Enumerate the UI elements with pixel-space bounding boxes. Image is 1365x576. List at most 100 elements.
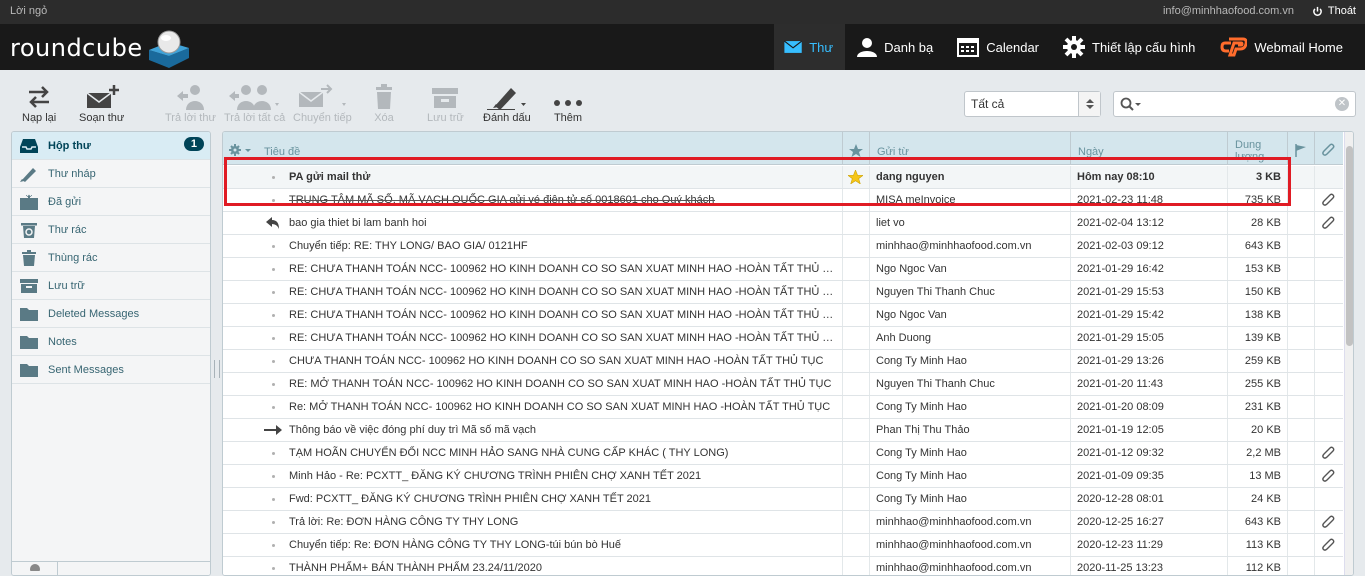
message-row[interactable]: Minh Hảo - Re: PCXTT_ ĐĂNG KÝ CHƯƠNG TRÌ…: [223, 465, 1343, 488]
followup-cell[interactable]: [1287, 557, 1314, 575]
folder-inbox[interactable]: Hộp thư 1: [12, 132, 210, 160]
followup-cell[interactable]: [1287, 419, 1314, 441]
message-row[interactable]: TRUNG TÂM MÃ SỐ, MÃ VẠCH QUỐC GIA gửi vé…: [223, 189, 1343, 212]
roundcube-logo[interactable]: roundcube: [10, 30, 191, 68]
followup-cell[interactable]: [1287, 465, 1314, 487]
message-row[interactable]: TẠM HOÃN CHUYỂN ĐỔI NCC MINH HẢO SANG NH…: [223, 442, 1343, 465]
followup-cell[interactable]: [1287, 442, 1314, 464]
followup-cell[interactable]: [1287, 166, 1314, 188]
message-row[interactable]: Trả lời: Re: ĐƠN HÀNG CÔNG TY THY LONG mi…: [223, 511, 1343, 534]
column-subject[interactable]: Tiêu đề: [257, 132, 843, 165]
message-row[interactable]: RE: CHƯA THANH TOÁN NCC- 100962 HO KINH …: [223, 304, 1343, 327]
followup-cell[interactable]: [1287, 396, 1314, 418]
message-subject[interactable]: bao gia thiet bi lam banh hoi: [289, 212, 837, 234]
message-row[interactable]: Re: MỞ THANH TOÁN NCC- 100962 HO KINH DO…: [223, 396, 1343, 419]
followup-cell[interactable]: [1287, 212, 1314, 234]
forwarded-icon[interactable]: [262, 419, 284, 441]
message-row[interactable]: RE: MỞ THANH TOÁN NCC- 100962 HO KINH DO…: [223, 373, 1343, 396]
followup-cell[interactable]: [1287, 258, 1314, 280]
status-dot-icon[interactable]: [264, 235, 282, 257]
flag-cell[interactable]: [842, 235, 869, 257]
message-row[interactable]: RE: CHƯA THANH TOÁN NCC- 100962 HO KINH …: [223, 281, 1343, 304]
status-dot-icon[interactable]: [264, 189, 282, 211]
message-row[interactable]: RE: CHƯA THANH TOÁN NCC- 100962 HO KINH …: [223, 327, 1343, 350]
filter-select[interactable]: Tất cả: [964, 91, 1101, 117]
followup-cell[interactable]: [1287, 327, 1314, 349]
about-link[interactable]: Lời ngỏ: [10, 5, 47, 17]
message-subject[interactable]: Chuyển tiếp: RE: THY LONG/ BAO GIA/ 0121…: [289, 235, 837, 257]
message-row[interactable]: PA gửi mail thử dang nguyen Hôm nay 08:10 3…: [223, 166, 1343, 189]
message-subject[interactable]: Thông báo về việc đóng phí duy trì Mã số…: [289, 419, 837, 441]
nav-mail[interactable]: Thư: [774, 24, 846, 70]
followup-cell[interactable]: [1287, 534, 1314, 556]
message-row[interactable]: CHƯA THANH TOÁN NCC- 100962 HO KINH DOAN…: [223, 350, 1343, 373]
scrollbar-thumb[interactable]: [1346, 146, 1353, 346]
message-subject[interactable]: Chuyển tiếp: Re: ĐƠN HÀNG CÔNG TY THY LO…: [289, 534, 837, 556]
flag-cell[interactable]: [842, 189, 869, 211]
message-subject[interactable]: RE: CHƯA THANH TOÁN NCC- 100962 HO KINH …: [289, 258, 837, 280]
message-subject[interactable]: RE: MỞ THANH TOÁN NCC- 100962 HO KINH DO…: [289, 373, 837, 395]
message-subject[interactable]: RE: CHƯA THANH TOÁN NCC- 100962 HO KINH …: [289, 327, 837, 349]
followup-cell[interactable]: [1287, 488, 1314, 510]
followup-cell[interactable]: [1287, 281, 1314, 303]
compose-button[interactable]: Soạn thư: [79, 84, 124, 124]
folder-sent[interactable]: Đã gửi: [12, 188, 210, 216]
message-subject[interactable]: THÀNH PHẨM+ BÁN THÀNH PHẨM 23.24/11/2020: [289, 557, 837, 575]
flag-cell[interactable]: [842, 557, 869, 575]
message-subject[interactable]: TẠM HOÃN CHUYỂN ĐỔI NCC MINH HẢO SANG NH…: [289, 442, 837, 464]
pane-splitter[interactable]: [214, 360, 220, 378]
folder-archive[interactable]: Lưu trữ: [12, 272, 210, 300]
flag-cell[interactable]: [842, 373, 869, 395]
message-subject[interactable]: RE: CHƯA THANH TOÁN NCC- 100962 HO KINH …: [289, 281, 837, 303]
delete-button[interactable]: Xóa: [374, 84, 394, 124]
archive-button[interactable]: Lưu trữ: [427, 84, 464, 124]
replied-icon[interactable]: [264, 212, 282, 234]
status-dot-icon[interactable]: [264, 373, 282, 395]
flag-cell[interactable]: [842, 396, 869, 418]
flag-cell[interactable]: [842, 442, 869, 464]
clear-search-icon[interactable]: ✕: [1335, 97, 1349, 111]
flag-cell[interactable]: [842, 350, 869, 372]
flag-cell[interactable]: [842, 534, 869, 556]
status-dot-icon[interactable]: [264, 488, 282, 510]
logout-button[interactable]: Thoát: [1312, 5, 1356, 17]
mark-button[interactable]: Đánh dấu: [483, 84, 531, 124]
nav-contacts[interactable]: Danh bạ: [845, 24, 945, 70]
column-followup[interactable]: [1287, 132, 1314, 165]
message-row[interactable]: bao gia thiet bi lam banh hoi liet vo 2021…: [223, 212, 1343, 235]
followup-cell[interactable]: [1287, 350, 1314, 372]
message-row[interactable]: RE: CHƯA THANH TOÁN NCC- 100962 HO KINH …: [223, 258, 1343, 281]
flag-cell[interactable]: [842, 304, 869, 326]
nav-calendar[interactable]: Calendar: [945, 24, 1051, 70]
column-flag[interactable]: [842, 132, 869, 165]
flag-cell[interactable]: [842, 212, 869, 234]
status-dot-icon[interactable]: [264, 511, 282, 533]
search-icon[interactable]: [1120, 97, 1142, 114]
status-dot-icon[interactable]: [264, 327, 282, 349]
folder-notes[interactable]: Notes: [12, 328, 210, 356]
status-dot-icon[interactable]: [264, 396, 282, 418]
message-row[interactable]: Fwd: PCXTT_ ĐĂNG KÝ CHƯƠNG TRÌNH PHIÊN C…: [223, 488, 1343, 511]
folder-junk[interactable]: Thư rác: [12, 216, 210, 244]
status-dot-icon[interactable]: [264, 534, 282, 556]
message-row[interactable]: Thông báo về việc đóng phí duy trì Mã số…: [223, 419, 1343, 442]
refresh-button[interactable]: Nạp lại: [22, 84, 56, 124]
status-dot-icon[interactable]: [264, 557, 282, 575]
scrollbar[interactable]: [1344, 132, 1353, 575]
column-size[interactable]: Dung lượng: [1227, 132, 1287, 165]
column-date[interactable]: Ngày: [1070, 132, 1227, 165]
message-row[interactable]: Chuyển tiếp: Re: ĐƠN HÀNG CÔNG TY THY LO…: [223, 534, 1343, 557]
flag-cell[interactable]: [842, 258, 869, 280]
folder-settings-icon[interactable]: [12, 561, 58, 575]
message-subject[interactable]: PA gửi mail thử: [289, 166, 837, 188]
folder-deleted-messages[interactable]: Deleted Messages: [12, 300, 210, 328]
folder-trash[interactable]: Thùng rác: [12, 244, 210, 272]
status-dot-icon[interactable]: [264, 465, 282, 487]
followup-cell[interactable]: [1287, 189, 1314, 211]
more-button[interactable]: Thêm: [553, 84, 583, 124]
message-subject[interactable]: Fwd: PCXTT_ ĐĂNG KÝ CHƯƠNG TRÌNH PHIÊN C…: [289, 488, 837, 510]
message-subject[interactable]: Trả lời: Re: ĐƠN HÀNG CÔNG TY THY LONG: [289, 511, 837, 533]
reply-all-button[interactable]: Trả lời tất cả: [224, 84, 285, 124]
message-subject[interactable]: CHƯA THANH TOÁN NCC- 100962 HO KINH DOAN…: [289, 350, 837, 372]
flag-cell[interactable]: [842, 488, 869, 510]
